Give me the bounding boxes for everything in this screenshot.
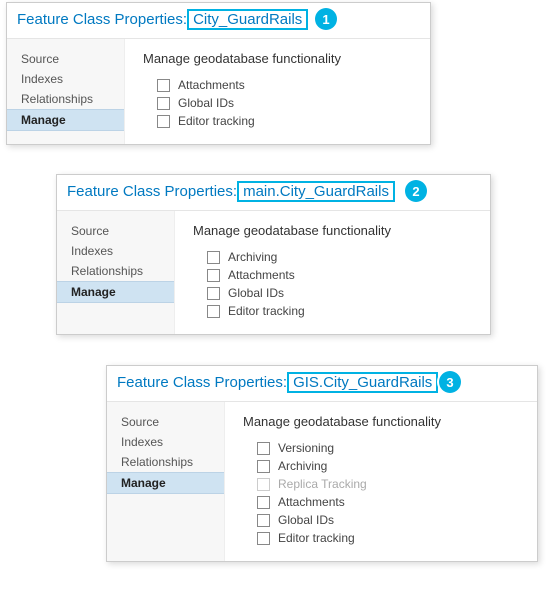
checkbox-icon bbox=[257, 478, 270, 491]
option-label: Global IDs bbox=[278, 513, 334, 527]
titlebar-3: Feature Class Properties: GIS.City_Guard… bbox=[107, 366, 537, 402]
dialog-body: Source Indexes Relationships Manage Mana… bbox=[107, 402, 537, 561]
option-label: Editor tracking bbox=[228, 304, 305, 318]
checkbox-icon[interactable] bbox=[157, 115, 170, 128]
checkbox-icon[interactable] bbox=[257, 496, 270, 509]
sidebar-item-indexes[interactable]: Indexes bbox=[7, 69, 124, 89]
option-label: Editor tracking bbox=[278, 531, 355, 545]
option-editor-tracking[interactable]: Editor tracking bbox=[193, 302, 472, 320]
sidebar-item-indexes[interactable]: Indexes bbox=[107, 432, 224, 452]
dialog-2: Feature Class Properties: main.City_Guar… bbox=[56, 174, 491, 335]
option-label: Global IDs bbox=[228, 286, 284, 300]
title-prefix: Feature Class Properties: bbox=[17, 11, 187, 28]
option-replica-tracking: Replica Tracking bbox=[243, 475, 519, 493]
manage-panel: Manage geodatabase functionality Archivi… bbox=[175, 211, 490, 334]
sidebar-item-manage[interactable]: Manage bbox=[7, 109, 124, 131]
checkbox-icon[interactable] bbox=[257, 514, 270, 527]
option-archiving[interactable]: Archiving bbox=[193, 248, 472, 266]
sidebar: Source Indexes Relationships Manage bbox=[107, 402, 225, 561]
checkbox-icon[interactable] bbox=[207, 251, 220, 264]
sidebar-item-relationships[interactable]: Relationships bbox=[107, 452, 224, 472]
callout-marker-3: 3 bbox=[439, 371, 461, 393]
title-name-2: main.City_GuardRails bbox=[237, 181, 395, 202]
option-label: Archiving bbox=[278, 459, 327, 473]
callout-marker-2: 2 bbox=[405, 180, 427, 202]
sidebar-item-source[interactable]: Source bbox=[7, 49, 124, 69]
dialog-1: Feature Class Properties: City_GuardRail… bbox=[6, 2, 431, 145]
title-name-1: City_GuardRails bbox=[187, 9, 308, 30]
sidebar-item-relationships[interactable]: Relationships bbox=[7, 89, 124, 109]
title-prefix: Feature Class Properties: bbox=[117, 374, 287, 391]
checkbox-icon[interactable] bbox=[157, 79, 170, 92]
option-label: Archiving bbox=[228, 250, 277, 264]
option-attachments[interactable]: Attachments bbox=[193, 266, 472, 284]
option-label: Attachments bbox=[228, 268, 295, 282]
sidebar: Source Indexes Relationships Manage bbox=[57, 211, 175, 334]
checkbox-icon[interactable] bbox=[257, 460, 270, 473]
checkbox-icon[interactable] bbox=[257, 442, 270, 455]
titlebar-1: Feature Class Properties: City_GuardRail… bbox=[7, 3, 430, 39]
dialog-body: Source Indexes Relationships Manage Mana… bbox=[7, 39, 430, 144]
option-label: Attachments bbox=[278, 495, 345, 509]
sidebar: Source Indexes Relationships Manage bbox=[7, 39, 125, 144]
manage-panel: Manage geodatabase functionality Version… bbox=[225, 402, 537, 561]
sidebar-item-indexes[interactable]: Indexes bbox=[57, 241, 174, 261]
option-label: Global IDs bbox=[178, 96, 234, 110]
option-editor-tracking[interactable]: Editor tracking bbox=[243, 529, 519, 547]
callout-marker-1: 1 bbox=[315, 8, 337, 30]
option-attachments[interactable]: Attachments bbox=[243, 493, 519, 511]
option-attachments[interactable]: Attachments bbox=[143, 76, 412, 94]
title-prefix: Feature Class Properties: bbox=[67, 183, 237, 200]
option-globalids[interactable]: Global IDs bbox=[193, 284, 472, 302]
title-name-3: GIS.City_GuardRails bbox=[287, 372, 438, 393]
checkbox-icon[interactable] bbox=[207, 287, 220, 300]
checkbox-icon[interactable] bbox=[257, 532, 270, 545]
panel-title: Manage geodatabase functionality bbox=[193, 223, 472, 238]
titlebar-2: Feature Class Properties: main.City_Guar… bbox=[57, 175, 490, 211]
option-label: Versioning bbox=[278, 441, 334, 455]
panel-title: Manage geodatabase functionality bbox=[143, 51, 412, 66]
option-globalids[interactable]: Global IDs bbox=[243, 511, 519, 529]
option-label: Attachments bbox=[178, 78, 245, 92]
checkbox-icon[interactable] bbox=[207, 305, 220, 318]
sidebar-item-source[interactable]: Source bbox=[57, 221, 174, 241]
dialog-3: Feature Class Properties: GIS.City_Guard… bbox=[106, 365, 538, 562]
option-versioning[interactable]: Versioning bbox=[243, 439, 519, 457]
option-editor-tracking[interactable]: Editor tracking bbox=[143, 112, 412, 130]
checkbox-icon[interactable] bbox=[207, 269, 220, 282]
panel-title: Manage geodatabase functionality bbox=[243, 414, 519, 429]
sidebar-item-source[interactable]: Source bbox=[107, 412, 224, 432]
checkbox-icon[interactable] bbox=[157, 97, 170, 110]
option-globalids[interactable]: Global IDs bbox=[143, 94, 412, 112]
sidebar-item-manage[interactable]: Manage bbox=[57, 281, 174, 303]
option-label: Editor tracking bbox=[178, 114, 255, 128]
option-label: Replica Tracking bbox=[278, 477, 367, 491]
option-archiving[interactable]: Archiving bbox=[243, 457, 519, 475]
dialog-body: Source Indexes Relationships Manage Mana… bbox=[57, 211, 490, 334]
manage-panel: Manage geodatabase functionality Attachm… bbox=[125, 39, 430, 144]
sidebar-item-relationships[interactable]: Relationships bbox=[57, 261, 174, 281]
sidebar-item-manage[interactable]: Manage bbox=[107, 472, 224, 494]
